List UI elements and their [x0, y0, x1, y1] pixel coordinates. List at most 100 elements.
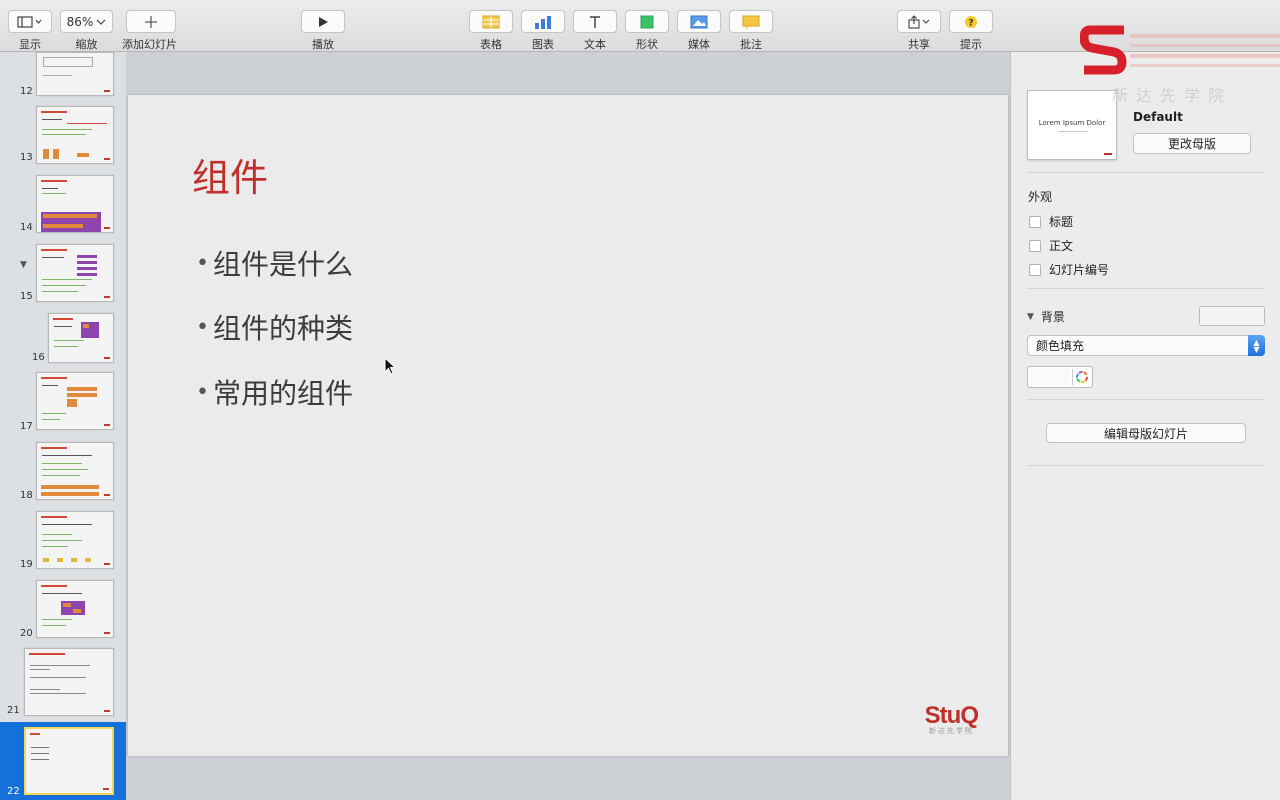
slide-thumb-item[interactable]: 19	[0, 511, 126, 571]
slide-thumb-item-selected[interactable]: 22	[0, 722, 126, 800]
disclosure-triangle-icon[interactable]: ▼	[1027, 312, 1034, 322]
slide-title[interactable]: 组件	[192, 147, 268, 202]
bullet-dot: •	[196, 250, 209, 276]
zoom-value: 86%	[66, 14, 94, 29]
slide-thumb-item[interactable]: 16	[0, 313, 126, 365]
body-checkbox-row[interactable]: 正文	[1029, 237, 1073, 254]
table-button[interactable]	[469, 10, 513, 33]
bullet-item[interactable]: • 组件的种类	[196, 307, 353, 347]
text-button[interactable]	[573, 10, 617, 33]
body-checkbox[interactable]	[1029, 239, 1041, 252]
color-well[interactable]	[1027, 366, 1093, 388]
tips-control[interactable]: ? 提示	[949, 10, 993, 52]
bullet-item[interactable]: • 常用的组件	[196, 372, 353, 412]
bullet-text: 常用的组件	[212, 377, 353, 410]
change-master-button[interactable]: 更改母版	[1133, 133, 1251, 154]
bullet-item[interactable]: • 组件是什么	[196, 243, 353, 283]
play-button[interactable]	[301, 10, 345, 33]
media-button[interactable]	[677, 10, 721, 33]
slide-thumbnail[interactable]	[48, 313, 114, 363]
color-well-swatch[interactable]	[1030, 369, 1070, 385]
slide-thumb-item[interactable]: 13	[0, 106, 126, 166]
select-arrows-icon: ▲ ▼	[1248, 335, 1265, 356]
add-slide-control[interactable]: 添加幻灯片	[122, 10, 177, 52]
background-color-swatch[interactable]	[1199, 306, 1265, 326]
share-button[interactable]	[897, 10, 941, 33]
plus-icon	[145, 15, 157, 28]
stuq-logo: StuQ 新达先学院	[925, 702, 979, 736]
media-control[interactable]: 媒体	[677, 10, 721, 52]
text-control[interactable]: 文本	[573, 10, 617, 52]
slide-navigator[interactable]: 12 13 14 ▼ 15 16 17 18 19 20 21 22	[0, 52, 126, 800]
slide-thumbnail[interactable]	[36, 442, 114, 500]
svg-text:?: ?	[968, 18, 973, 28]
table-control[interactable]: 表格	[469, 10, 513, 52]
add-slide-button[interactable]	[126, 10, 176, 33]
divider	[1027, 288, 1265, 289]
bullet-dot: •	[196, 379, 209, 405]
play-control[interactable]: 播放	[301, 10, 345, 52]
bullet-text: 组件的种类	[212, 312, 353, 345]
chart-button[interactable]	[521, 10, 565, 33]
play-icon	[319, 16, 328, 27]
divider	[1027, 399, 1265, 400]
media-label: 媒体	[688, 38, 710, 51]
slide-number: 18	[20, 490, 33, 501]
disclosure-triangle-icon[interactable]: ▼	[20, 260, 27, 270]
view-button[interactable]	[8, 10, 52, 33]
title-checkbox-row[interactable]: 标题	[1029, 213, 1073, 230]
bar-chart-icon	[535, 15, 551, 29]
shape-button[interactable]	[625, 10, 669, 33]
chart-label: 图表	[532, 38, 554, 51]
slide-number: 15	[20, 291, 33, 302]
slide-thumbnail[interactable]	[36, 52, 114, 96]
background-section-header[interactable]: ▼ 背景	[1027, 308, 1065, 325]
zoom-control[interactable]: 86% 缩放	[60, 10, 113, 52]
share-icon	[908, 14, 930, 29]
slide-thumb-item[interactable]: 18	[0, 442, 126, 502]
slide-thumbnail[interactable]	[36, 372, 114, 430]
view-control[interactable]: 显示	[8, 10, 52, 52]
keynote-window: 显示 86% 缩放 添加幻灯片 播放 表格 图表 文本 形状 媒体 批注 共享 …	[0, 0, 1280, 800]
bullet-dot: •	[196, 314, 209, 340]
slide-thumb-item[interactable]: 17	[0, 372, 126, 432]
slide-thumb-item[interactable]: 21	[0, 648, 126, 718]
slide-thumbnail[interactable]	[36, 106, 114, 164]
slide-number: 22	[7, 786, 20, 797]
comment-control[interactable]: 批注	[729, 10, 773, 52]
slide-thumbnail[interactable]	[24, 648, 114, 716]
shape-control[interactable]: 形状	[625, 10, 669, 52]
share-control[interactable]: 共享	[897, 10, 941, 52]
divider	[1027, 465, 1265, 466]
slide-thumbnail[interactable]	[36, 244, 114, 302]
slide-number: 21	[7, 705, 20, 716]
zoom-popup[interactable]: 86%	[60, 10, 113, 33]
edit-master-slide-button[interactable]: 编辑母版幻灯片	[1046, 423, 1246, 443]
slide-thumbnail[interactable]	[36, 580, 114, 638]
slide-number-checkbox-row[interactable]: 幻灯片编号	[1029, 261, 1109, 278]
slide[interactable]: 组件 • 组件是什么 • 组件的种类 • 常用的组件 StuQ 新达先学院	[128, 95, 1008, 756]
slide-thumbnail[interactable]	[36, 175, 114, 233]
chart-control[interactable]: 图表	[521, 10, 565, 52]
master-preview[interactable]: Lorem Ipsum Dolor	[1027, 90, 1117, 160]
slide-thumbnail[interactable]	[24, 727, 114, 795]
tips-button[interactable]: ?	[949, 10, 993, 33]
color-wheel-button[interactable]	[1072, 369, 1090, 385]
chevron-down-icon	[96, 19, 106, 25]
slide-canvas[interactable]: 组件 • 组件是什么 • 组件的种类 • 常用的组件 StuQ 新达先学院	[126, 52, 1010, 800]
slide-number: 14	[20, 222, 33, 233]
text-label: 文本	[584, 38, 606, 51]
slide-thumb-item[interactable]: 12	[0, 52, 126, 100]
slide-thumb-item[interactable]: 20	[0, 580, 126, 640]
table-icon	[482, 15, 500, 28]
slide-thumb-item[interactable]: 14	[0, 175, 126, 235]
fill-type-select[interactable]: 颜色填充 ▲ ▼	[1027, 335, 1265, 356]
help-icon: ?	[965, 15, 977, 28]
slide-number-checkbox[interactable]	[1029, 263, 1041, 276]
slide-thumbnail[interactable]	[36, 511, 114, 569]
comment-button[interactable]	[729, 10, 773, 33]
title-checkbox[interactable]	[1029, 215, 1041, 228]
table-label: 表格	[480, 38, 502, 51]
fill-type-value: 颜色填充	[1036, 339, 1085, 353]
slide-thumb-item[interactable]: ▼ 15	[0, 244, 126, 304]
